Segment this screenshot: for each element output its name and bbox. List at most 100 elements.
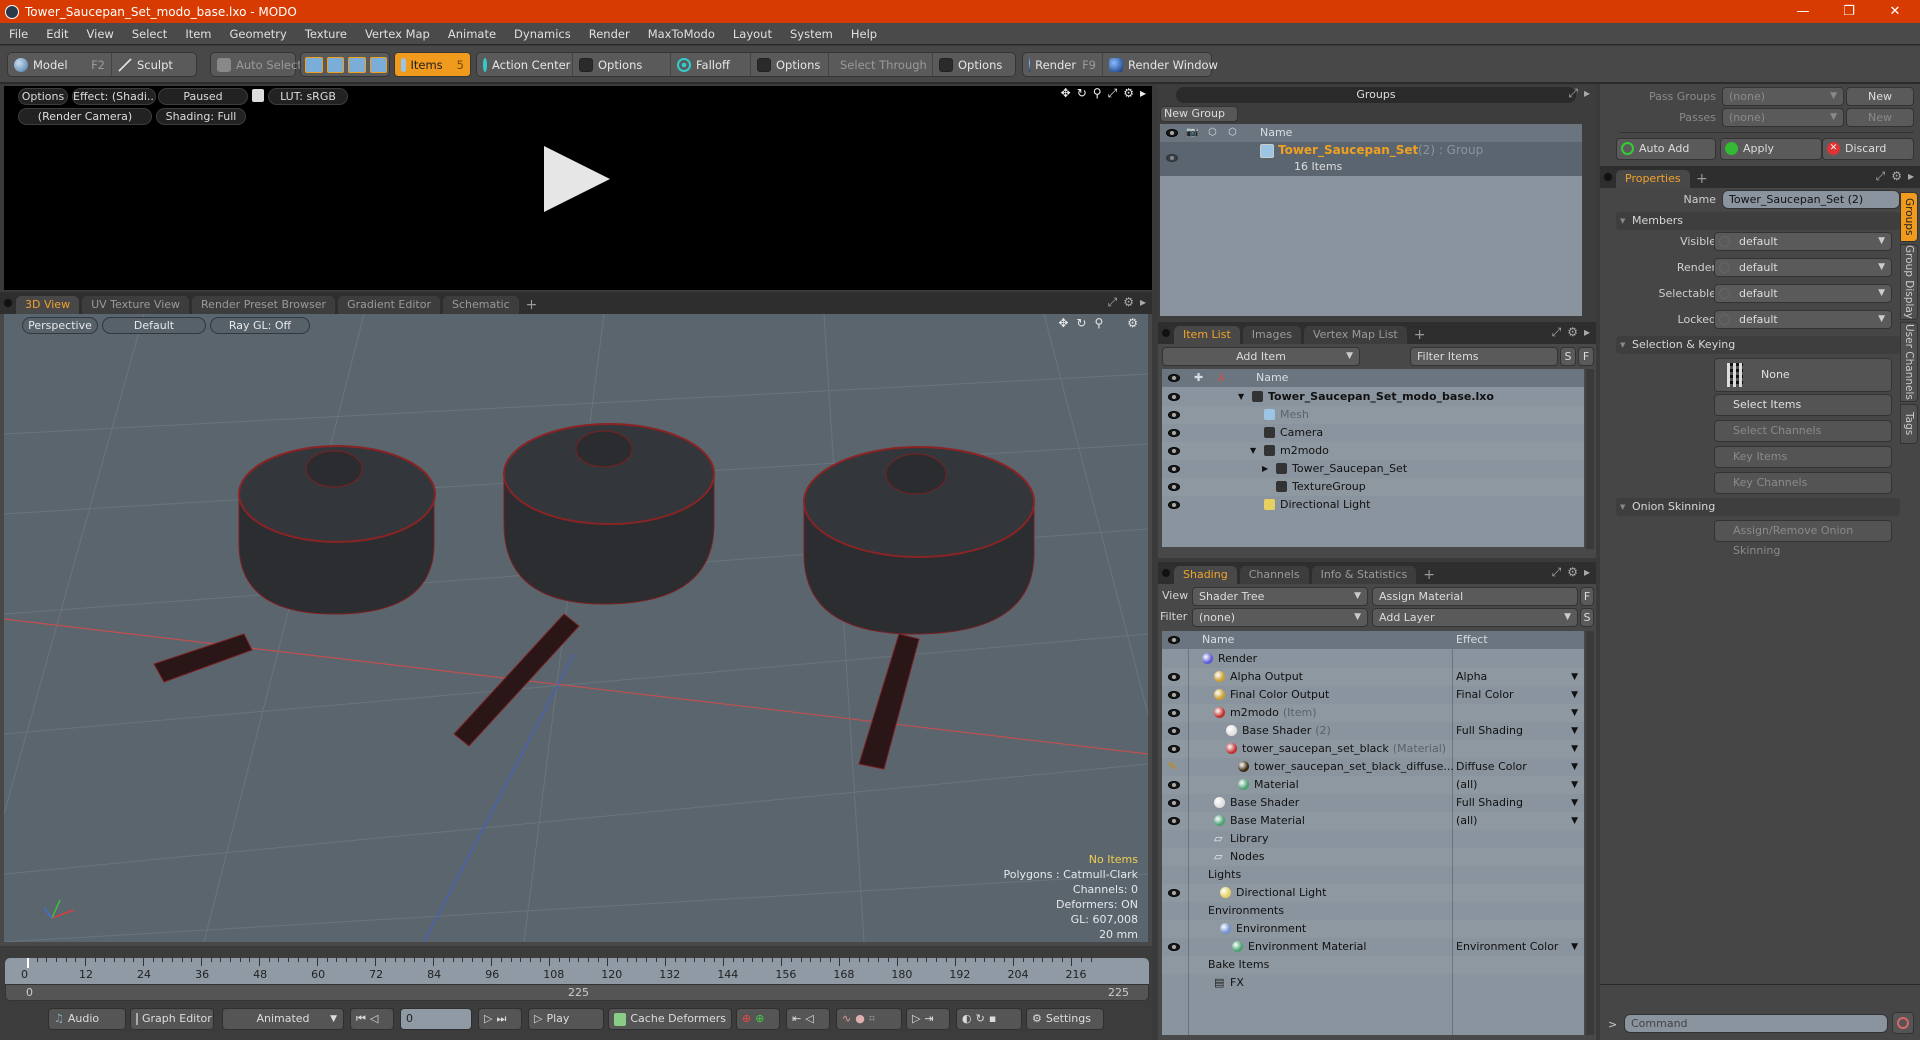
edges-icon[interactable] — [326, 56, 344, 73]
chevron-down-icon[interactable]: ▼ — [1571, 722, 1578, 740]
onion-skinning-section[interactable]: Onion Skinning — [1616, 498, 1900, 516]
shader-effect[interactable]: Final Color — [1456, 686, 1514, 704]
key-tool1-icon[interactable]: ◐ — [962, 1009, 972, 1029]
discard-button[interactable]: ✕ Discard — [1822, 138, 1914, 160]
play-button[interactable]: ▷ Play — [528, 1008, 604, 1030]
auto-key-icon[interactable]: ∿ — [842, 1009, 851, 1029]
expand-arrow-icon[interactable]: ▶ — [1262, 460, 1268, 478]
menu-dynamics[interactable]: Dynamics — [505, 23, 580, 45]
zoom-icon[interactable]: ⚲ — [1093, 86, 1102, 101]
menu-edit[interactable]: Edit — [37, 23, 77, 45]
range-bar[interactable]: 0 225 225 — [5, 984, 1149, 1001]
visibility-icon[interactable] — [1168, 799, 1180, 807]
key-channels-icon[interactable]: ⌗ — [869, 1009, 875, 1029]
command-input[interactable]: Command — [1624, 1014, 1888, 1033]
s-button[interactable]: S — [1580, 608, 1594, 627]
visibility-icon[interactable] — [1168, 501, 1180, 509]
render-shading-dropdown[interactable]: Shading: Full — [156, 108, 246, 125]
graph-editor-button[interactable]: Graph Editor — [130, 1008, 214, 1030]
filter-dropdown[interactable]: (none) ▼ — [1192, 608, 1368, 627]
shader-row[interactable]: Base Material (all) ▼ — [1162, 812, 1584, 830]
vertices-icon[interactable] — [305, 56, 323, 73]
chevron-down-icon[interactable]: ▼ — [1571, 758, 1578, 776]
shader-row[interactable]: Alpha Output Alpha ▼ — [1162, 668, 1584, 686]
key-items-button[interactable]: Key Items — [1714, 446, 1892, 468]
tab-vertex-map-list[interactable]: Vertex Map List — [1303, 326, 1407, 344]
add-tab-button[interactable]: + — [1419, 566, 1439, 584]
side-tab-group-display[interactable]: Group Display — [1900, 244, 1918, 320]
visibility-icon[interactable] — [1166, 154, 1178, 162]
action-center-button[interactable]: Action Center — [477, 53, 573, 76]
jump-start-buttons[interactable]: ⏮ ◁ — [350, 1008, 394, 1030]
shader-effect[interactable]: Environment Color — [1456, 938, 1558, 956]
render-button[interactable]: Render F9 — [1023, 53, 1103, 76]
lut-dropdown[interactable]: LUT: sRGB — [268, 88, 348, 105]
apply-button[interactable]: Apply — [1720, 138, 1822, 160]
shader-row[interactable]: Final Color Output Final Color ▼ — [1162, 686, 1584, 704]
chevron-down-icon[interactable]: ▼ — [1571, 686, 1578, 704]
selection-set-button[interactable]: None — [1714, 358, 1892, 392]
menu-help[interactable]: Help — [842, 23, 886, 45]
close-button[interactable]: ✕ — [1872, 0, 1918, 23]
shader-row[interactable]: m2modo (Item) ▼ — [1162, 704, 1584, 722]
select-items-button[interactable]: Select Items — [1714, 394, 1892, 416]
cache-deformers-button[interactable]: Cache Deformers — [608, 1008, 732, 1030]
shader-row[interactable]: Base Shader Full Shading ▼ — [1162, 794, 1584, 812]
add-tab-button[interactable]: + — [1692, 170, 1712, 188]
maximize-icon[interactable]: ⤢ — [1108, 86, 1118, 101]
item-row[interactable]: ▼ m2modo — [1162, 442, 1584, 460]
item-row[interactable]: ▶ Tower_Saucepan_Set — [1162, 460, 1584, 478]
expand-arrow-icon[interactable]: ▸ — [1140, 295, 1146, 310]
add-item-dropdown[interactable]: Add Item ▼ — [1162, 347, 1360, 366]
auto-add-button[interactable]: Auto Add — [1616, 138, 1716, 160]
collapse-arrow-icon[interactable]: ▼ — [1238, 388, 1244, 406]
shader-row[interactable]: Base Shader (2) Full Shading ▼ — [1162, 722, 1584, 740]
shader-row[interactable]: Environment Material Environment Color ▼ — [1162, 938, 1584, 956]
menu-maxtomodo[interactable]: MaxToModo — [639, 23, 724, 45]
timeline-ruler[interactable]: 0 12 24 36 48 60 72 84 96 108 120 132 144 156 168 180 19… — [5, 958, 1149, 984]
maximize-icon[interactable]: ⤢ — [1876, 169, 1886, 184]
passes-dropdown[interactable]: (none) ▼ — [1722, 108, 1844, 127]
shader-row[interactable]: ▱ Library — [1162, 830, 1584, 848]
item-row[interactable]: Camera — [1162, 424, 1584, 442]
download-key-icon[interactable]: ⊕ — [755, 1009, 764, 1029]
brush-icon[interactable]: ✎ — [1168, 758, 1177, 776]
select-channels-button[interactable]: Select Channels — [1714, 420, 1892, 442]
visibility-icon[interactable] — [1168, 817, 1180, 825]
visibility-icon[interactable] — [1168, 673, 1180, 681]
menu-select[interactable]: Select — [123, 23, 176, 45]
menu-vertex-map[interactable]: Vertex Map — [356, 23, 439, 45]
shader-effect[interactable]: Diffuse Color — [1456, 758, 1527, 776]
gear-icon[interactable]: ⚙ — [1567, 565, 1578, 580]
visibility-icon[interactable] — [1168, 709, 1180, 717]
shader-row[interactable]: Environments — [1162, 902, 1584, 920]
key-next-buttons[interactable]: ▷ ⇥ — [906, 1008, 950, 1030]
model-mode-button[interactable]: Model F2 — [8, 53, 112, 76]
shader-row[interactable]: Directional Light — [1162, 884, 1584, 902]
shader-row[interactable]: tower_saucepan_set_black (Material) ▼ — [1162, 740, 1584, 758]
chevron-down-icon[interactable]: ▼ — [1571, 794, 1578, 812]
next-key-icon[interactable]: ▷ — [912, 1009, 920, 1029]
visibility-icon[interactable] — [1168, 691, 1180, 699]
tab-schematic[interactable]: Schematic — [443, 296, 519, 314]
visibility-icon[interactable] — [1168, 447, 1180, 455]
keyframe-io-buttons[interactable]: ⊕ ⊕ — [736, 1008, 780, 1030]
select-through-options-button[interactable]: Options — [933, 53, 1008, 76]
gear-icon[interactable]: ⚙ — [1127, 316, 1138, 330]
upload-key-icon[interactable]: ⊕ — [742, 1009, 751, 1029]
pan-icon[interactable]: ✥ — [1061, 86, 1071, 101]
tab-render-preset-browser[interactable]: Render Preset Browser — [192, 296, 336, 314]
key-tool3-icon[interactable]: ▪ — [989, 1009, 996, 1029]
record-icon[interactable]: ● — [855, 1009, 865, 1029]
tab-3d-view[interactable]: 3D View — [16, 296, 80, 314]
menu-layout[interactable]: Layout — [724, 23, 781, 45]
shader-effect[interactable]: Alpha — [1456, 668, 1487, 686]
current-frame-marker[interactable] — [27, 958, 29, 968]
chevron-down-icon[interactable]: ▼ — [1571, 704, 1578, 722]
key-nav-buttons[interactable]: ⇤ ◁ — [786, 1008, 830, 1030]
menu-view[interactable]: View — [78, 23, 123, 45]
expand-arrow-icon[interactable]: ▸ — [1908, 169, 1914, 184]
key-tools-buttons[interactable]: ◐ ↻ ▪ — [956, 1008, 1022, 1030]
member-selectable-dropdown[interactable]: default ▼ — [1714, 284, 1892, 303]
visibility-icon[interactable] — [1168, 781, 1180, 789]
